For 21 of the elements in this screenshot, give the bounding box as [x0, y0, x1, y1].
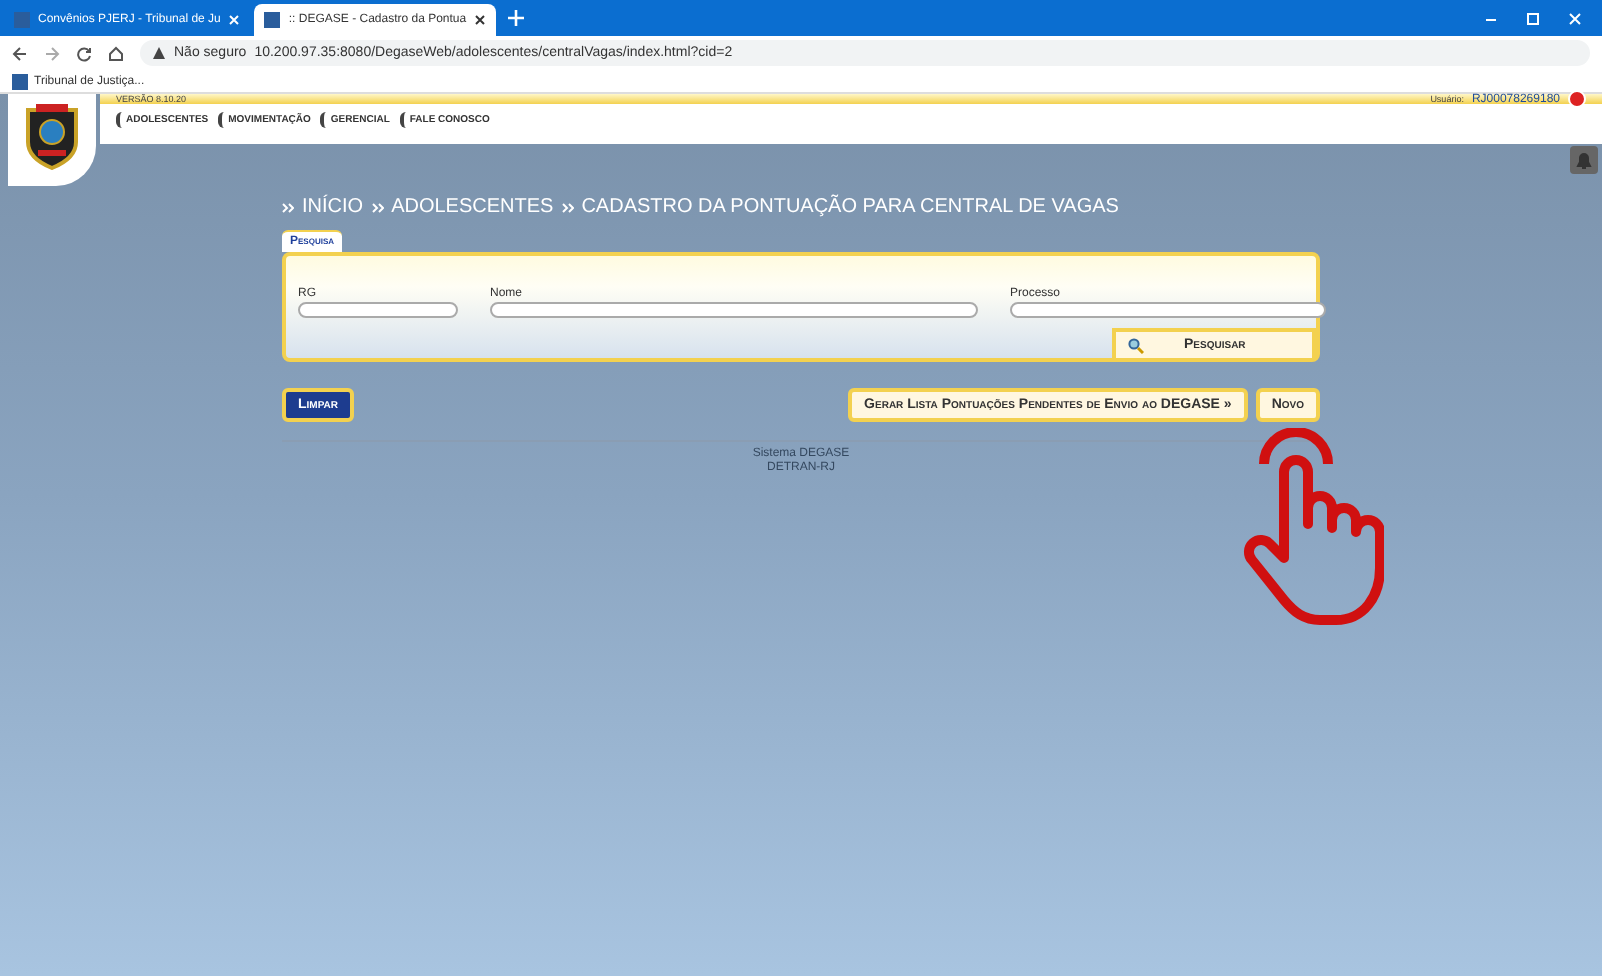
double-chevron-icon	[282, 201, 294, 213]
reload-icon[interactable]	[76, 45, 92, 61]
text-field[interactable]	[1010, 302, 1326, 318]
bell-icon[interactable]	[1570, 146, 1598, 174]
bookmark-icon	[12, 73, 28, 89]
shield-logo-icon	[24, 102, 80, 170]
double-chevron-icon	[371, 201, 384, 213]
warning-icon	[152, 46, 166, 60]
double-chevron-icon	[561, 201, 574, 213]
power-icon[interactable]	[1568, 90, 1586, 108]
pointing-hand-icon	[1240, 428, 1384, 628]
back-icon[interactable]	[12, 45, 28, 61]
text-field[interactable]	[490, 302, 978, 318]
new-tab-icon[interactable]	[508, 10, 525, 26]
close-icon[interactable]	[1568, 11, 1582, 25]
home-icon[interactable]	[108, 45, 124, 61]
text-field[interactable]	[298, 302, 458, 318]
breadcrumb-item: CADASTRO DA PONTUAÇÃO PARA CENTRAL DE VAGAS	[581, 196, 1119, 218]
close-tab-icon[interactable]	[474, 14, 487, 26]
maximize-icon[interactable]	[1526, 11, 1540, 25]
search-icon	[1128, 337, 1144, 353]
